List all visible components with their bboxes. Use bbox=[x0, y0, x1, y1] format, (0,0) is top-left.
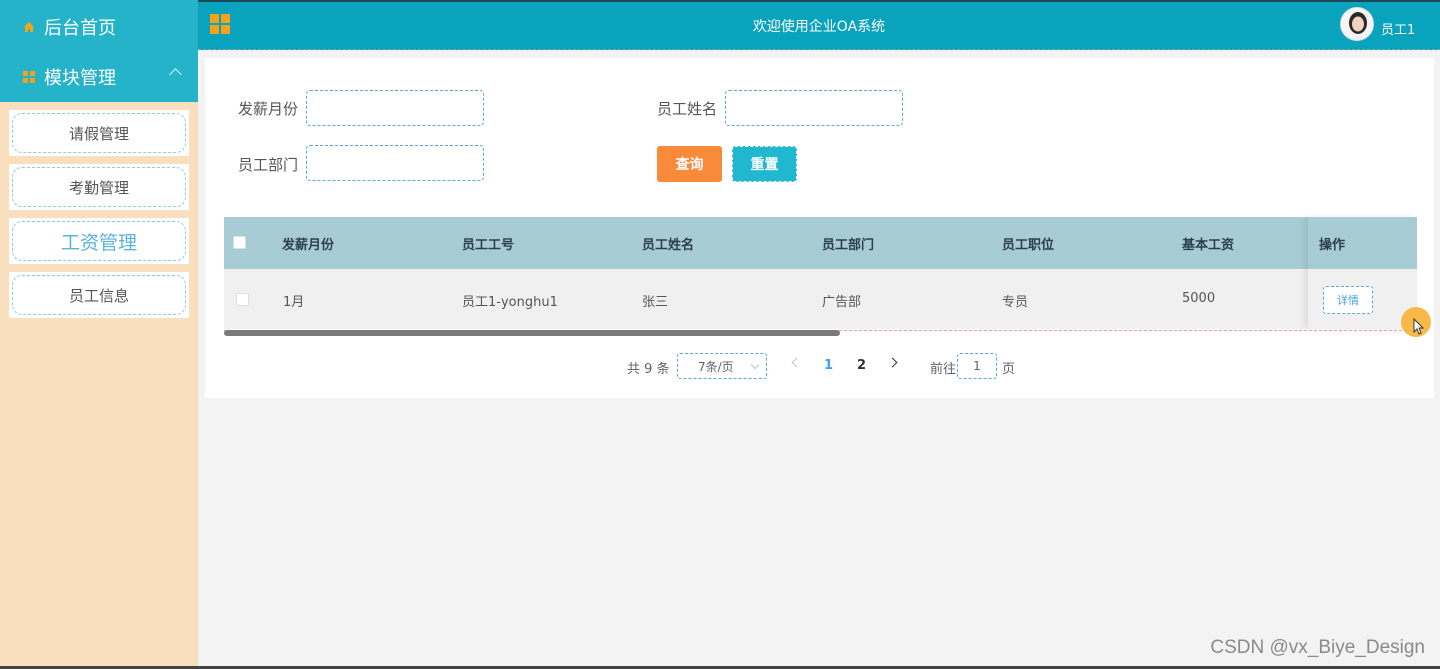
page-number[interactable]: 2 bbox=[857, 358, 866, 373]
home-icon bbox=[22, 21, 36, 33]
page-title: 欢迎使用企业OA系统 bbox=[752, 19, 886, 35]
select-all-checkbox[interactable] bbox=[233, 236, 246, 249]
watermark: CSDN @vx_Biye_Design bbox=[1210, 637, 1425, 658]
cell-dept: 广告部 bbox=[822, 295, 862, 310]
name-label: 员工姓名 bbox=[657, 100, 718, 118]
column-header[interactable]: 员工部门 bbox=[822, 234, 874, 253]
search-button[interactable]: 查询 bbox=[657, 146, 722, 182]
page-size-select[interactable]: 7条/页 bbox=[677, 353, 767, 379]
column-header[interactable]: 员工姓名 bbox=[642, 234, 694, 253]
dept-input[interactable] bbox=[306, 145, 484, 181]
table-row: 1月 员工1-yonghu1 张三 广告部 专员 5000 bbox=[224, 269, 1417, 329]
cell-emp-id: 员工1-yonghu1 bbox=[462, 295, 558, 310]
dept-label: 员工部门 bbox=[238, 156, 299, 174]
top-bar: 欢迎使用企业OA系统 员工1 bbox=[198, 0, 1440, 50]
menu-label: 考勤管理 bbox=[12, 167, 186, 207]
menu-label: 工资管理 bbox=[12, 221, 186, 261]
name-input[interactable] bbox=[725, 90, 903, 126]
sidebar-item-salary[interactable]: 工资管理 bbox=[9, 218, 189, 264]
sidebar-item-employee-info[interactable]: 员工信息 bbox=[9, 272, 189, 318]
goto-prefix: 前往 bbox=[930, 362, 957, 377]
chevron-down-icon bbox=[750, 360, 760, 370]
cell-name: 张三 bbox=[642, 295, 669, 310]
grid-icon bbox=[22, 71, 36, 83]
prev-page-icon[interactable] bbox=[791, 357, 802, 368]
sidebar-item-home[interactable]: 后台首页 bbox=[0, 2, 198, 52]
sidebar-home-label: 后台首页 bbox=[44, 18, 116, 39]
next-page-icon[interactable] bbox=[887, 357, 898, 368]
detail-button[interactable]: 详情 bbox=[1323, 286, 1373, 314]
goto-suffix: 页 bbox=[1002, 362, 1016, 377]
page-size-value: 7条/页 bbox=[698, 359, 734, 374]
horizontal-scrollbar[interactable] bbox=[224, 330, 840, 336]
month-label: 发薪月份 bbox=[238, 100, 299, 118]
total-count: 共 9 条 bbox=[627, 362, 670, 377]
table-header: 发薪月份 员工工号 员工姓名 员工部门 员工职位 基本工资 操作 bbox=[224, 217, 1417, 269]
column-header[interactable]: 基本工资 bbox=[1182, 234, 1234, 253]
menu-label: 员工信息 bbox=[12, 275, 186, 315]
column-header[interactable]: 员工职位 bbox=[1002, 234, 1054, 253]
page-number[interactable]: 1 bbox=[824, 358, 833, 373]
avatar[interactable] bbox=[1340, 7, 1374, 41]
column-header[interactable]: 发薪月份 bbox=[282, 234, 334, 253]
sidebar: 后台首页 模块管理 请假管理 考勤管理 工资管理 员工信息 bbox=[0, 0, 198, 669]
user-name[interactable]: 员工1 bbox=[1381, 19, 1415, 38]
goto-page-input[interactable]: 1 bbox=[957, 353, 997, 379]
mouse-pointer-icon bbox=[1413, 318, 1425, 335]
reset-button[interactable]: 重置 bbox=[732, 146, 797, 182]
row-checkbox[interactable] bbox=[236, 293, 249, 306]
main-panel: 发薪月份 员工姓名 员工部门 查询 重置 发薪月份 员工工号 员工姓名 员工部门… bbox=[205, 58, 1434, 398]
sidebar-item-module[interactable]: 模块管理 bbox=[0, 52, 198, 102]
cell-month: 1月 bbox=[283, 295, 305, 310]
menu-label: 请假管理 bbox=[12, 113, 186, 153]
sidebar-item-leave[interactable]: 请假管理 bbox=[9, 110, 189, 156]
goto-page-value: 1 bbox=[973, 359, 981, 373]
sidebar-item-attendance[interactable]: 考勤管理 bbox=[9, 164, 189, 210]
month-input[interactable] bbox=[306, 90, 484, 126]
cell-salary: 5000 bbox=[1182, 291, 1216, 306]
chevron-up-icon[interactable] bbox=[169, 68, 182, 81]
sidebar-module-label: 模块管理 bbox=[44, 68, 116, 89]
column-header[interactable]: 员工工号 bbox=[462, 234, 514, 253]
cell-position: 专员 bbox=[1002, 295, 1029, 310]
